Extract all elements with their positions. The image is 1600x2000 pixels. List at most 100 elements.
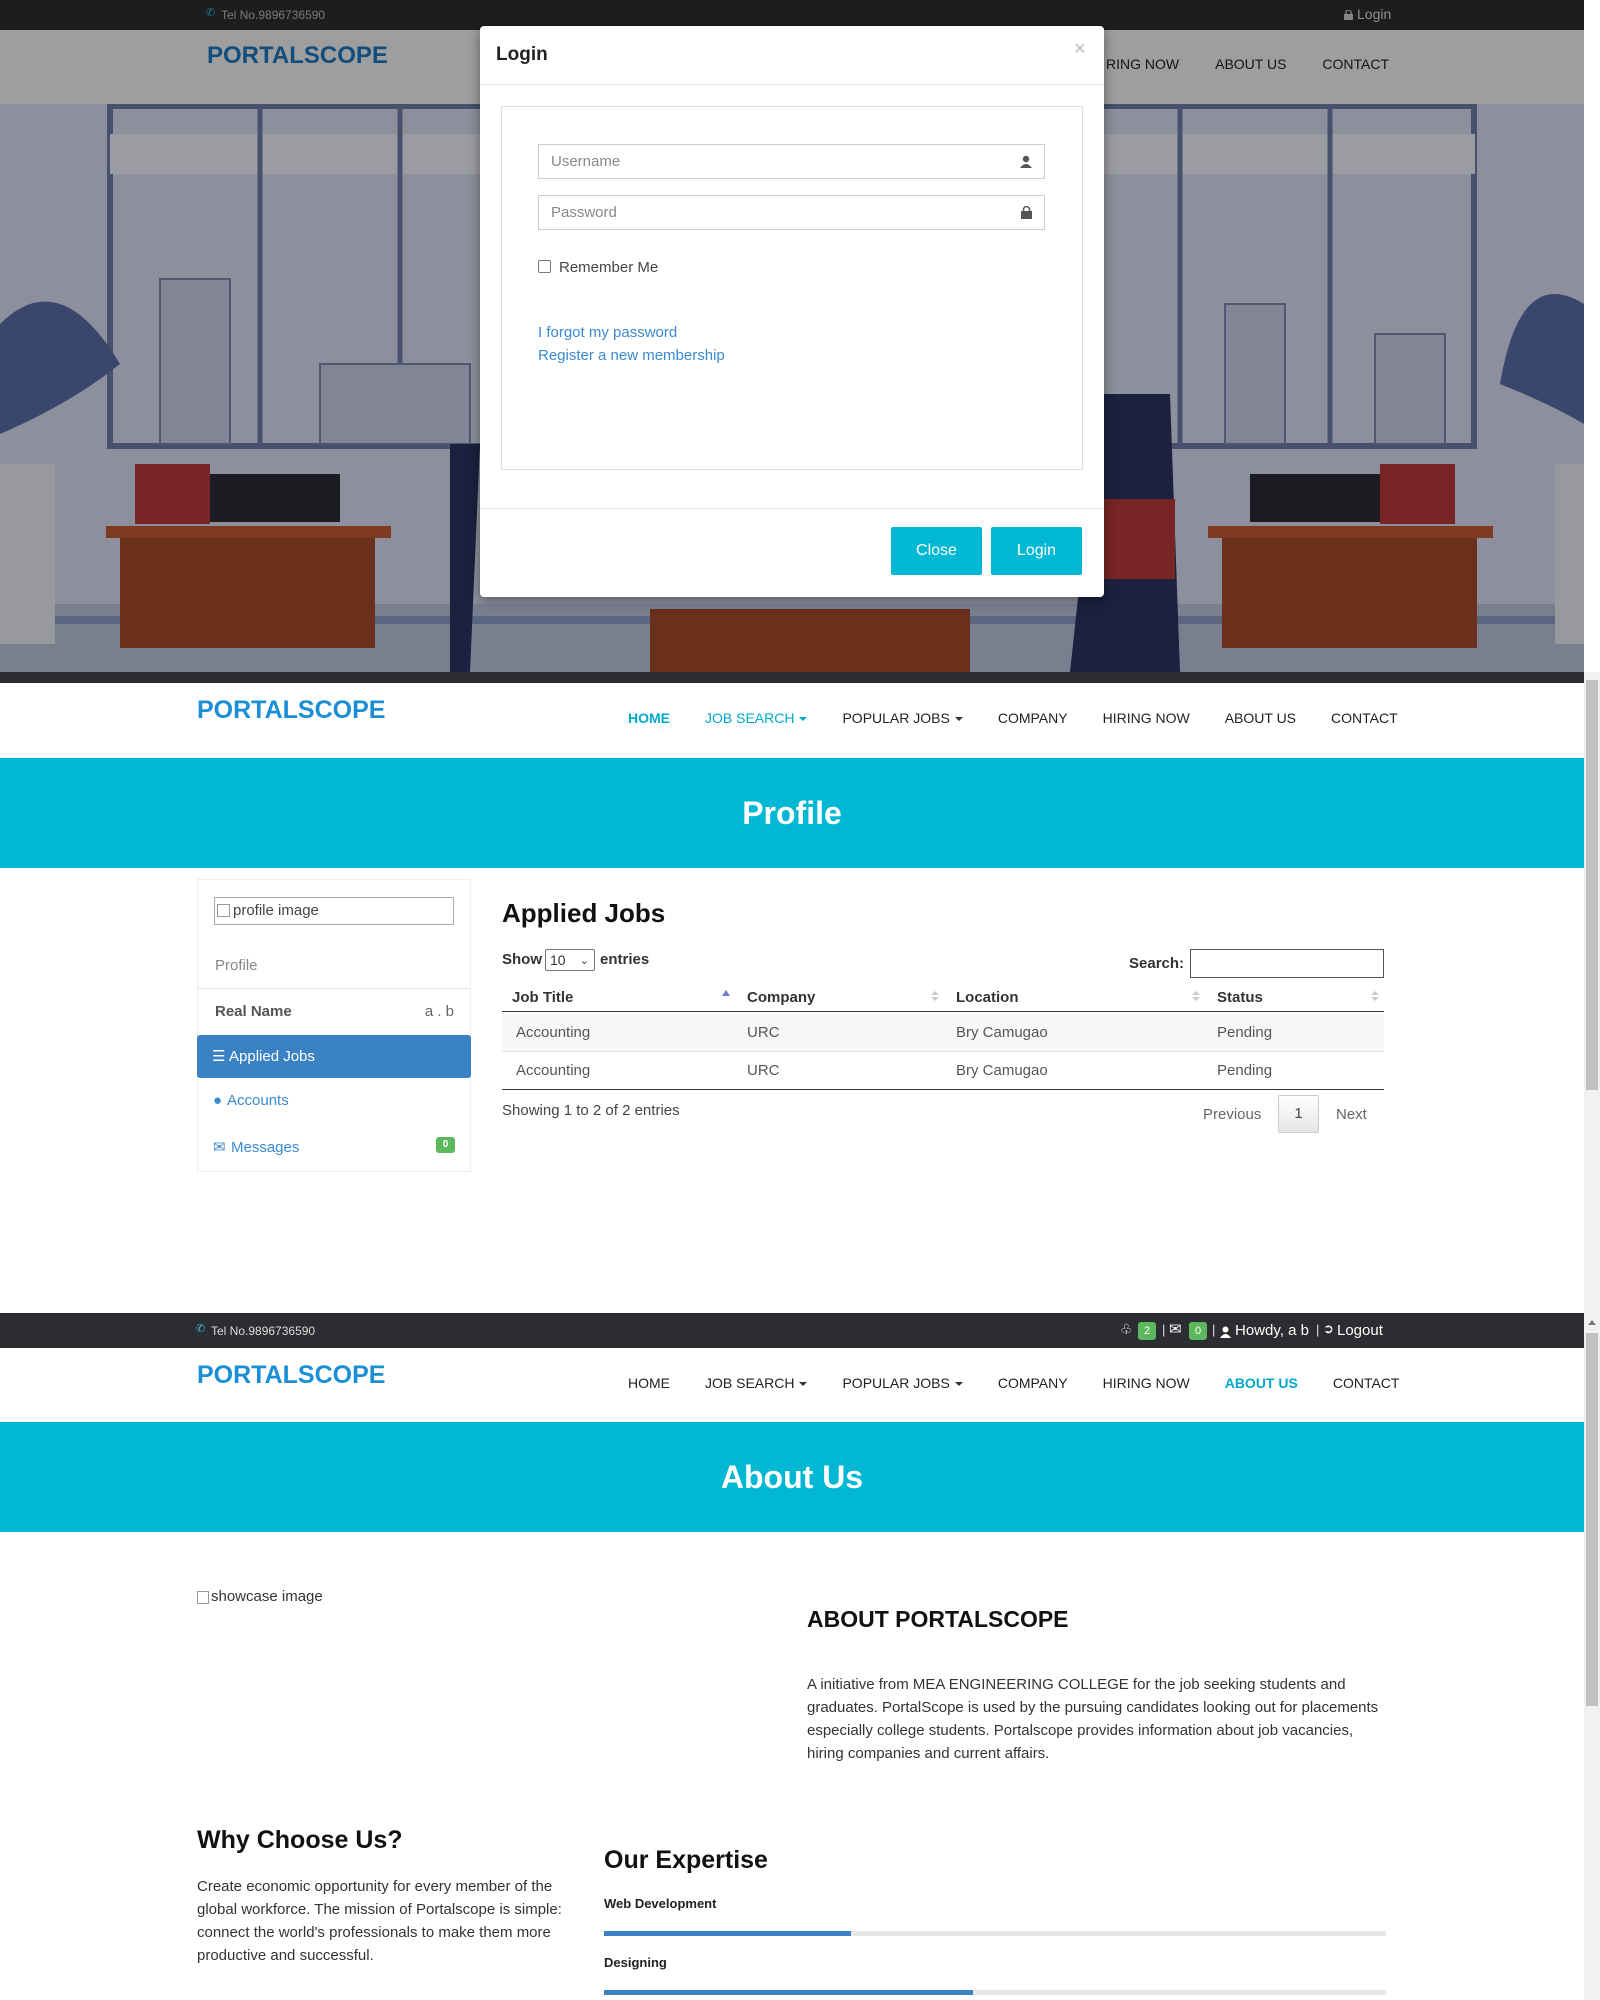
logout-link[interactable]: Logout xyxy=(1337,1322,1383,1339)
profile-sidebar: profile image Profile Real Name a . b ☰ A… xyxy=(197,879,471,1172)
login-modal: Login × xyxy=(480,26,1104,597)
separator: | xyxy=(1212,1322,1216,1337)
envelope-icon[interactable]: ✉ xyxy=(1169,1320,1182,1338)
nav-about-us[interactable]: ABOUT US xyxy=(1225,710,1296,726)
search-label: Search: xyxy=(1129,955,1185,972)
separator: | xyxy=(1316,1322,1320,1337)
pagination-previous[interactable]: Previous xyxy=(1203,1106,1261,1123)
col-job-title[interactable]: Job Title xyxy=(512,989,573,1006)
top-bar: ✆ Tel No.9896736590 ♧ 2 | ✉ 0 | Howdy, a… xyxy=(0,1313,1584,1348)
notification-badge: 2 xyxy=(1138,1322,1156,1340)
broken-image-icon xyxy=(217,904,230,917)
user-icon xyxy=(1020,155,1032,173)
header-about: PORTALSCOPE HOME JOB SEARCH POPULAR JOBS… xyxy=(0,1348,1584,1422)
nav-hiring-now[interactable]: HIRING NOW xyxy=(1103,1375,1190,1391)
modal-title: Login xyxy=(496,44,548,65)
about-text: A initiative from MEA ENGINEERING COLLEG… xyxy=(807,1676,1379,1762)
sidebar-item-messages[interactable]: ✉ Messages xyxy=(213,1138,299,1156)
applied-jobs-heading: Applied Jobs xyxy=(502,898,666,928)
nav-contact[interactable]: CONTACT xyxy=(1333,1375,1400,1391)
message-badge: 0 xyxy=(1189,1322,1207,1340)
pagination-next[interactable]: Next xyxy=(1336,1106,1367,1123)
nav-company[interactable]: COMPANY xyxy=(998,710,1068,726)
messages-badge: 0 xyxy=(436,1137,455,1153)
profile-banner: Profile xyxy=(0,758,1584,868)
username-input[interactable]: Username xyxy=(538,144,1045,179)
expertise-heading: Our Expertise xyxy=(604,1846,768,1874)
caret-down-icon xyxy=(954,717,963,722)
why-heading: Why Choose Us? xyxy=(197,1826,403,1854)
location-cell: Bry Camugao xyxy=(956,1062,1048,1079)
table-search-input[interactable] xyxy=(1190,949,1384,978)
hero-section: ✆ Tel No.9896736590 Login PORTALSCOPE RI… xyxy=(0,0,1584,672)
remember-me-checkbox[interactable] xyxy=(538,260,551,273)
scrollbar-thumb[interactable] xyxy=(1586,680,1598,1090)
nav-hiring-now[interactable]: HIRING NOW xyxy=(1103,710,1190,726)
skill-progress-bar xyxy=(604,1931,1386,1936)
divider xyxy=(198,988,470,989)
remember-me-label: Remember Me xyxy=(559,259,659,276)
profile-label: Profile xyxy=(215,957,258,974)
modal-close-x[interactable]: × xyxy=(1074,38,1086,61)
sort-asc-icon xyxy=(722,990,730,996)
why-text: Create economic opportunity for every me… xyxy=(197,1878,562,1964)
location-cell: Bry Camugao xyxy=(956,1024,1048,1041)
broken-image-icon xyxy=(197,1590,209,1604)
list-icon: ☰ xyxy=(212,1048,226,1065)
nav-home[interactable]: HOME xyxy=(628,1375,670,1391)
brand-logo[interactable]: PORTALSCOPE xyxy=(197,1361,385,1390)
entries-label: entries xyxy=(600,951,650,968)
scrollbar-about[interactable] xyxy=(1584,1313,1600,2000)
profile-image-alt: profile image xyxy=(233,902,319,919)
entries-select-value: 10 xyxy=(550,952,566,968)
company-cell: URC xyxy=(747,1024,780,1041)
sort-icon xyxy=(931,991,939,995)
col-company[interactable]: Company xyxy=(747,989,815,1006)
scrollbar-profile[interactable] xyxy=(1584,672,1600,1313)
nav-job-search[interactable]: JOB SEARCH xyxy=(705,1375,808,1391)
login-button[interactable]: Login xyxy=(991,527,1082,575)
skill-progress-fill xyxy=(604,1990,974,1995)
profile-image: profile image xyxy=(214,897,454,925)
phone-icon: ✆ xyxy=(196,1323,206,1335)
forgot-password-link[interactable]: I forgot my password xyxy=(538,324,677,341)
phone-text: Tel No.9896736590 xyxy=(211,1324,316,1338)
show-label: Show xyxy=(502,951,542,968)
showcase-image-alt: showcase image xyxy=(211,1588,323,1605)
nav-about-us[interactable]: ABOUT US xyxy=(1225,1375,1298,1391)
close-button[interactable]: Close xyxy=(891,527,982,575)
section-divider-dark xyxy=(0,672,1584,683)
logout-icon: ➲ xyxy=(1323,1321,1334,1336)
chevron-down-icon: ⌄ xyxy=(579,955,589,967)
col-status[interactable]: Status xyxy=(1217,989,1263,1006)
scroll-up-arrow-icon[interactable] xyxy=(1588,1320,1596,1325)
nav-popular-jobs[interactable]: POPULAR JOBS xyxy=(842,710,963,726)
nav-company[interactable]: COMPANY xyxy=(998,1375,1068,1391)
nav-contact[interactable]: CONTACT xyxy=(1331,710,1398,726)
bell-icon[interactable]: ♧ xyxy=(1120,1321,1133,1338)
password-input[interactable]: Password xyxy=(538,195,1045,230)
pagination-page-1[interactable]: 1 xyxy=(1278,1095,1319,1133)
nav-home[interactable]: HOME xyxy=(628,710,670,726)
nav-popular-jobs[interactable]: POPULAR JOBS xyxy=(842,1375,963,1391)
nav-menu: HOME JOB SEARCH POPULAR JOBS COMPANY HIR… xyxy=(628,1375,1399,1391)
col-location[interactable]: Location xyxy=(956,989,1019,1006)
nav-job-search-label: JOB SEARCH xyxy=(705,1375,795,1391)
scrollbar-thumb[interactable] xyxy=(1586,1333,1598,1706)
greeting-text[interactable]: Howdy, a b xyxy=(1235,1322,1309,1339)
envelope-icon: ✉ xyxy=(213,1139,226,1156)
status-cell: Pending xyxy=(1217,1024,1273,1041)
company-cell: URC xyxy=(747,1062,780,1079)
entries-select[interactable]: 10 ⌄ xyxy=(545,949,595,971)
nav-popular-jobs-label: POPULAR JOBS xyxy=(842,1375,950,1391)
skill-progress-fill xyxy=(604,1931,852,1936)
sidebar-item-label: Messages xyxy=(231,1139,300,1156)
sidebar-item-applied-jobs[interactable]: ☰ Applied Jobs xyxy=(197,1035,471,1078)
register-link[interactable]: Register a new membership xyxy=(538,347,725,364)
job-title-link[interactable]: Accounting xyxy=(516,1062,590,1079)
sidebar-item-accounts[interactable]: ● Accounts xyxy=(213,1092,289,1109)
brand-logo[interactable]: PORTALSCOPE xyxy=(197,696,385,725)
job-title-link[interactable]: Accounting xyxy=(516,1024,590,1041)
sort-icon xyxy=(1192,991,1200,995)
nav-job-search[interactable]: JOB SEARCH xyxy=(705,710,808,726)
